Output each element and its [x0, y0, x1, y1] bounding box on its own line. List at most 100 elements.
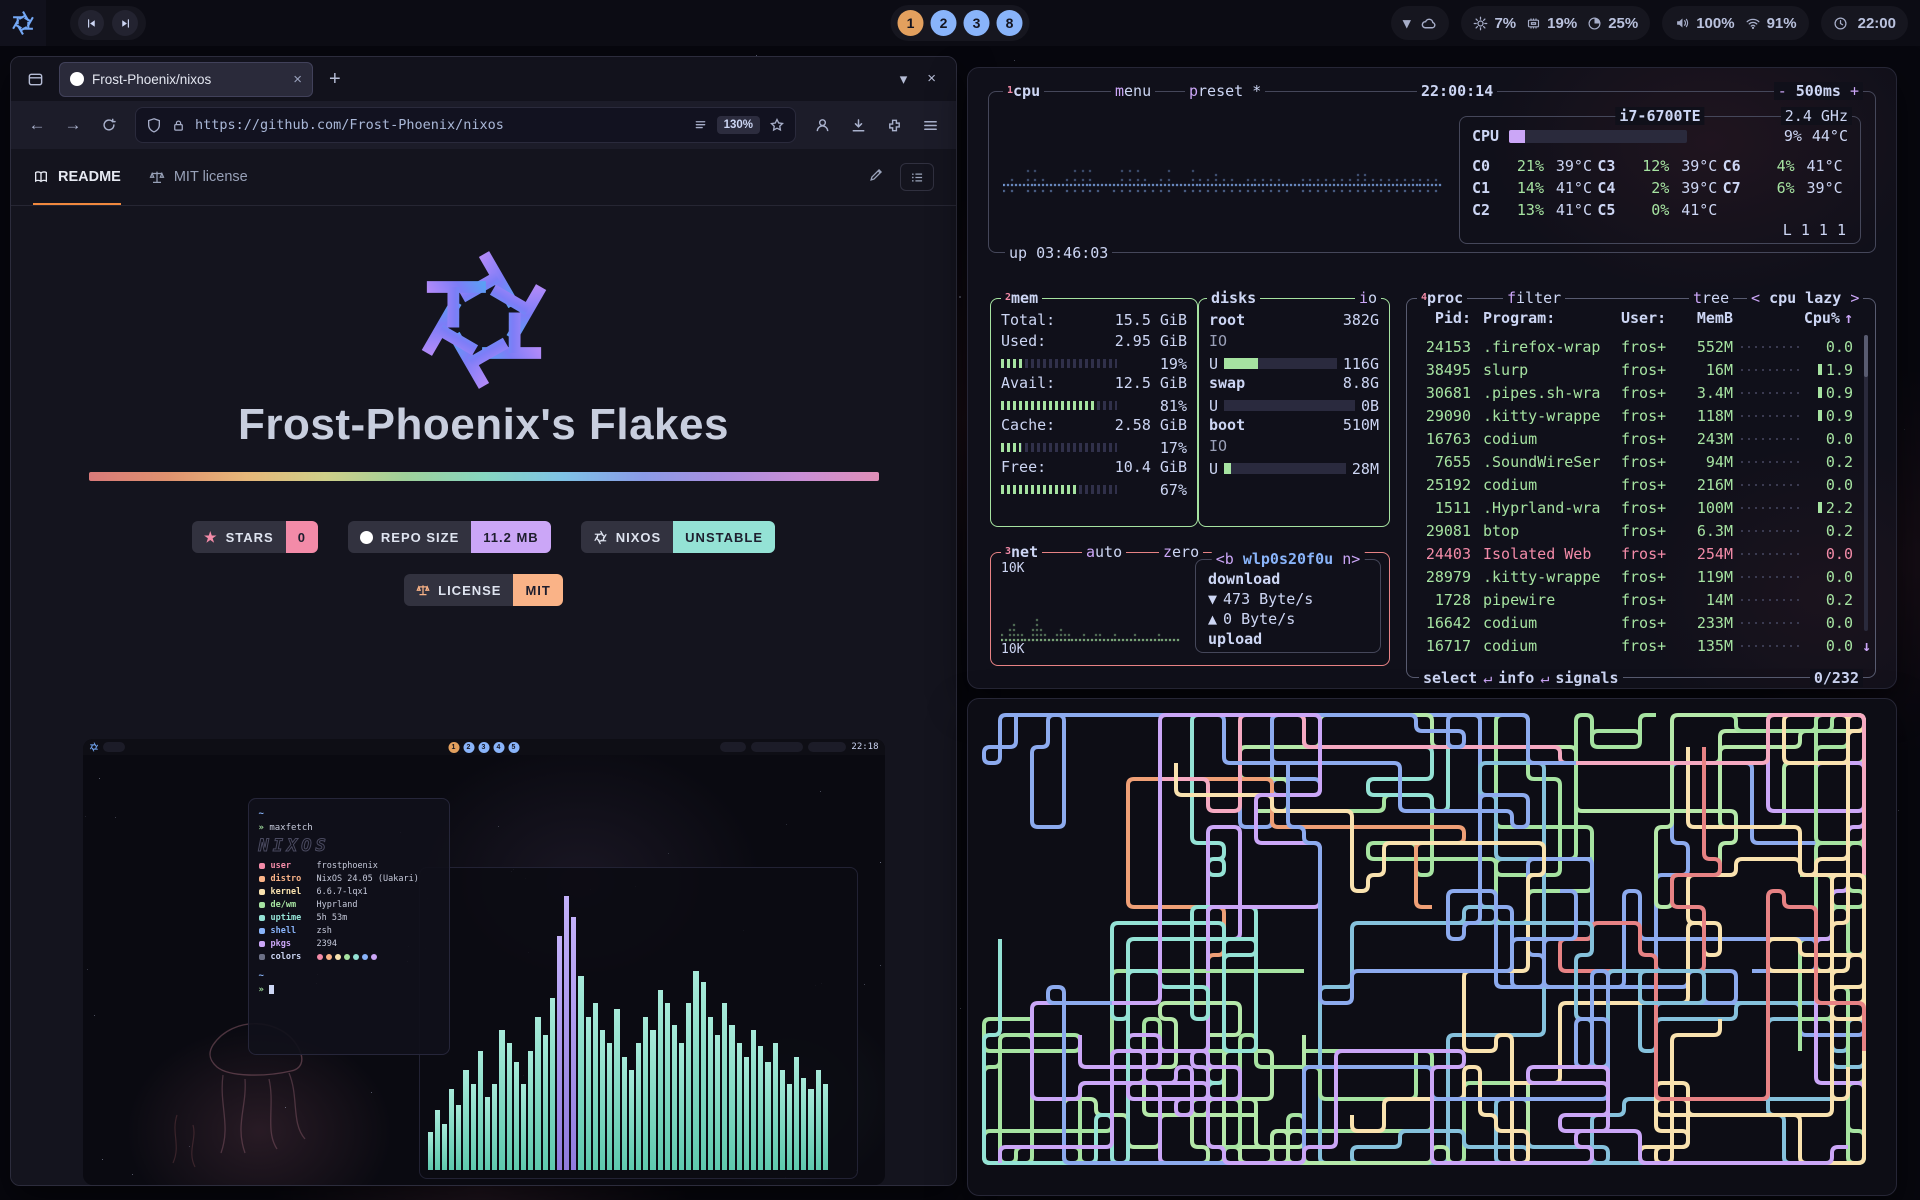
reload-button[interactable] [93, 109, 125, 141]
cpu-core-C2: C213%41°C [1472, 199, 1597, 221]
outline-button[interactable] [900, 163, 934, 191]
shield-icon[interactable] [146, 117, 162, 133]
edit-pencil-icon[interactable] [868, 167, 884, 188]
process-row[interactable]: 7655.SoundWireSerfros+94M0.2 [1417, 450, 1853, 473]
process-row[interactable]: 1728pipewirefros+14M0.2 [1417, 588, 1853, 611]
load-average-label: L 1 1 1 [1783, 221, 1846, 239]
badge-nixos[interactable]: NIXOSUNSTABLE [581, 521, 775, 553]
browser-tab[interactable]: Frost-Phoenix/nixos × [59, 62, 313, 97]
stat-wifi: 91% [1745, 15, 1797, 32]
net-box-label[interactable]: 3net [1001, 543, 1042, 561]
bookmark-star-icon[interactable] [769, 117, 785, 133]
process-row[interactable]: 16717codiumfros+135M0.0 [1417, 634, 1853, 657]
fetch-label: user [271, 859, 311, 873]
process-row[interactable]: 25192codiumfros+216M0.0 [1417, 473, 1853, 496]
process-row[interactable]: 24153.firefox-wrapfros+552M0.0 [1417, 335, 1853, 358]
process-row[interactable]: 1511.Hyprland-wrafros+100M2.2 [1417, 496, 1853, 519]
url-bar[interactable]: https://github.com/Frost-Phoenix/nixos 1… [135, 107, 796, 143]
cpu-box: 1cpu menu preset * 22:00:14 - 500ms + i7… [988, 91, 1876, 253]
nixos-launcher-button[interactable] [0, 0, 46, 46]
proc-footer-signals[interactable]: signals [1555, 669, 1618, 687]
workspace-button-1[interactable]: 1 [898, 10, 924, 36]
badge-repo-size[interactable]: REPO SIZE11.2 MB [348, 521, 551, 553]
star [85, 816, 86, 817]
process-row[interactable]: 38495slurpfros+16M1.9 [1417, 358, 1853, 381]
proc-scrollbar-thumb[interactable] [1864, 335, 1868, 377]
disk-rows: root382GIOU116Gswap8.8GU0Bboot510MIOU28M [1209, 311, 1379, 520]
forward-button[interactable]: → [57, 109, 89, 141]
update-interval-control[interactable]: - 500ms + [1774, 82, 1863, 100]
visualizer-bar [456, 1105, 461, 1170]
tree-button[interactable]: tree [1689, 289, 1733, 307]
process-row[interactable]: 16642codiumfros+233M0.0 [1417, 611, 1853, 634]
process-row[interactable]: 16763codiumfros+243M0.0 [1417, 427, 1853, 450]
scroll-down-icon[interactable]: ↓ [1862, 637, 1871, 655]
cpu-core-C0: C021%39°C [1472, 155, 1597, 177]
firefox-view-icon[interactable] [21, 65, 49, 93]
sort-control[interactable]: < cpu lazy > [1747, 289, 1863, 307]
list-all-tabs-icon[interactable]: ▾ [900, 70, 908, 88]
cpu-box-label[interactable]: 1cpu [1003, 82, 1044, 100]
disk-row-root: root382G [1209, 311, 1379, 332]
workspace-button-2[interactable]: 2 [931, 10, 957, 36]
media-prev-button[interactable] [78, 10, 104, 36]
cloud-icon [1420, 15, 1437, 32]
media-next-button[interactable] [112, 10, 138, 36]
navigation-bar: ← → https://github.com/Frost-Phoenix/nix… [11, 101, 956, 150]
proc-box-label[interactable]: 4proc [1417, 289, 1467, 307]
process-row[interactable]: 29081btopfros+6.3M0.2 [1417, 519, 1853, 542]
process-row[interactable]: 28979.kitty-wrappefros+119M0.0 [1417, 565, 1853, 588]
filter-button[interactable]: filter [1503, 289, 1565, 307]
tab-readme[interactable]: README [33, 149, 121, 205]
badge-left: NIXOS [581, 521, 673, 553]
io-mode-button[interactable]: io [1355, 289, 1381, 307]
menu-button[interactable]: menu [1111, 82, 1155, 100]
system-stats-widget[interactable]: 7%19%25% [1461, 6, 1650, 40]
color-swatch [362, 954, 368, 960]
tab-close-icon[interactable]: × [293, 71, 302, 88]
proc-footer-select[interactable]: select [1423, 669, 1477, 687]
proc-scrollbar[interactable] [1864, 335, 1868, 631]
net-auto-button[interactable]: auto [1082, 543, 1126, 561]
visualizer-bar [492, 1084, 497, 1170]
mini-audio-widget [808, 742, 846, 752]
cpu-core-C7: C76%39°C [1723, 177, 1848, 199]
mini-stats-widget [751, 742, 803, 752]
reader-mode-icon[interactable] [693, 118, 708, 133]
mini-workspace-1: 1 [448, 742, 459, 753]
stat-value: 91% [1767, 15, 1797, 32]
color-swatch [344, 954, 350, 960]
downloads-icon[interactable] [842, 109, 874, 141]
net-zero-button[interactable]: zero [1159, 543, 1203, 561]
process-row[interactable]: 29090.kitty-wrappefros+118M0.9 [1417, 404, 1853, 427]
menu-icon[interactable] [914, 109, 946, 141]
workspace-button-3[interactable]: 3 [964, 10, 990, 36]
net-interface-label[interactable]: <b wlp0s20f0u n> [1212, 550, 1365, 568]
zoom-level-badge[interactable]: 130% [717, 116, 760, 134]
fetch-info-row: de/wmHyprland [259, 898, 439, 911]
process-row[interactable]: 24403Isolated Webfros+254M0.0 [1417, 542, 1853, 565]
process-table-header[interactable]: Pid: Program: User: MemB Cpu% ↑ [1417, 309, 1853, 327]
previous-icon [85, 17, 98, 30]
github-icon [360, 531, 373, 544]
badge-license[interactable]: LICENSEMIT [404, 574, 563, 606]
extensions-icon[interactable] [878, 109, 910, 141]
account-icon[interactable] [806, 109, 838, 141]
clock-widget[interactable]: 22:00 [1821, 6, 1908, 40]
weather-widget[interactable]: ▾ [1391, 6, 1450, 40]
mem-box-label[interactable]: 2mem [1001, 289, 1042, 307]
workspace-button-8[interactable]: 8 [997, 10, 1023, 36]
disks-box-label[interactable]: disks [1207, 289, 1260, 307]
visualizer-bar [765, 1062, 770, 1170]
process-row[interactable]: 30681.pipes.sh-wrafros+3.4M0.9 [1417, 381, 1853, 404]
lock-icon[interactable] [171, 118, 186, 133]
preset-button[interactable]: preset * [1185, 82, 1265, 100]
window-close-icon[interactable]: × [927, 70, 936, 88]
proc-footer-info[interactable]: info [1498, 669, 1534, 687]
new-tab-button[interactable]: + [323, 68, 347, 91]
cpu-details-box: i7-6700TE 2.4 GHz CPU 9% 44°C C021%39°CC… [1459, 116, 1861, 244]
tab-license[interactable]: MIT license [149, 149, 248, 205]
badge-stars[interactable]: ★STARS0 [192, 521, 318, 553]
back-button[interactable]: ← [21, 109, 53, 141]
audio-network-widget[interactable]: 100%91% [1662, 6, 1808, 40]
